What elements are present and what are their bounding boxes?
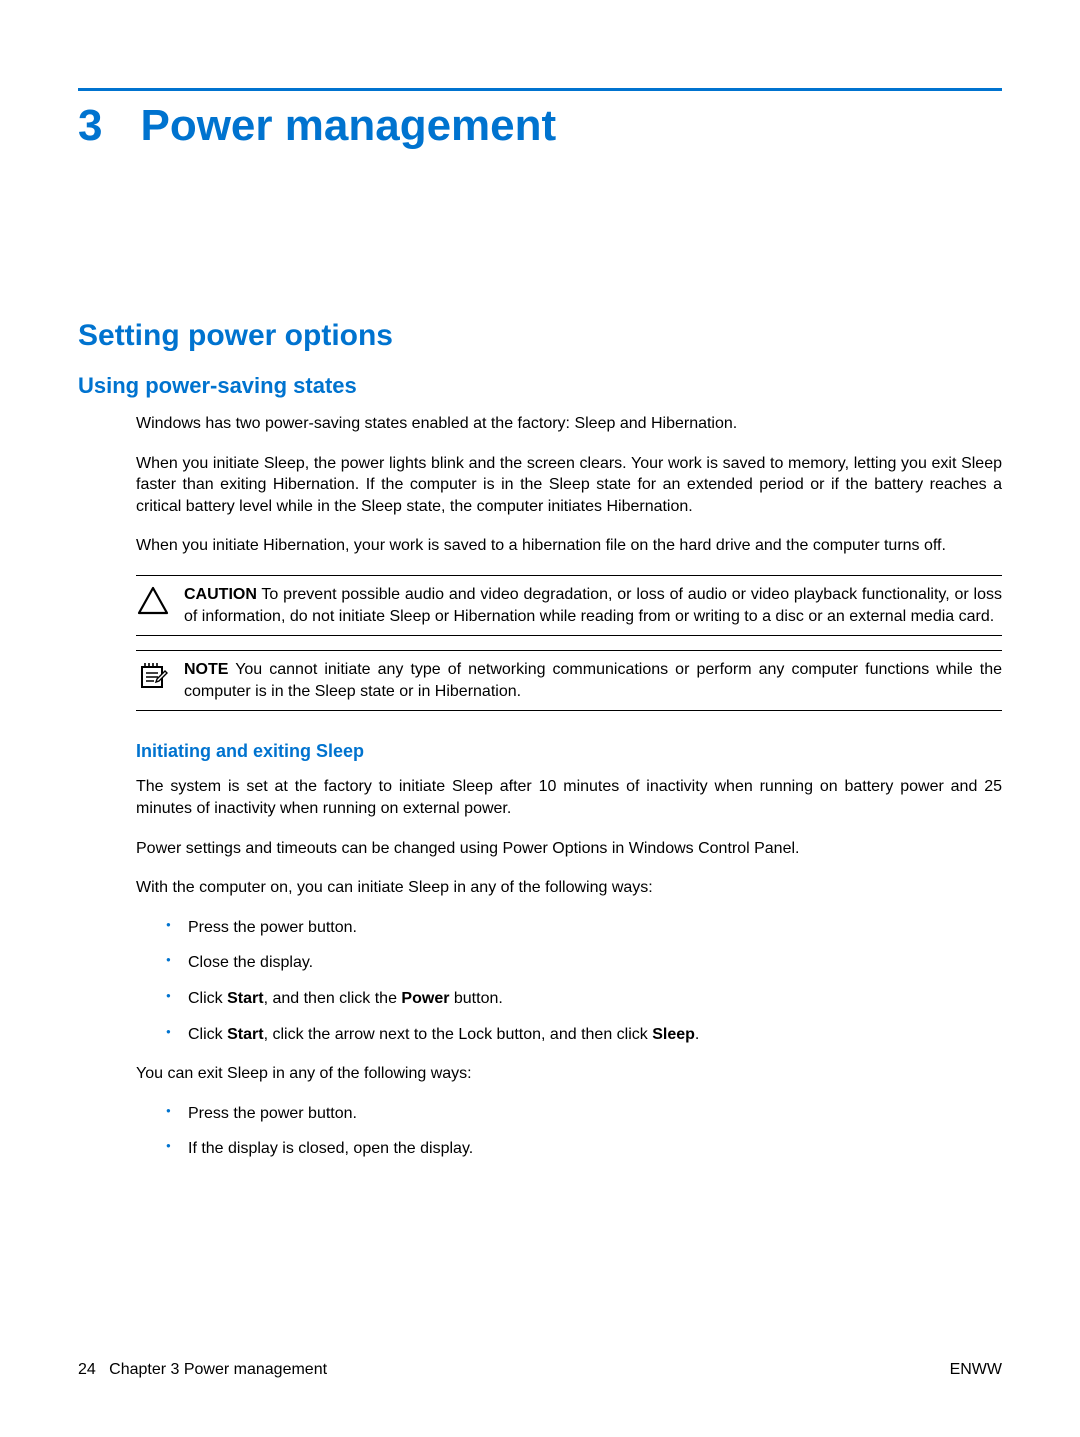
section-heading: Setting power options: [78, 319, 1002, 353]
caution-label: CAUTION: [184, 586, 257, 603]
chapter-heading: 3 Power management: [78, 101, 1002, 151]
caution-text: CAUTION To prevent possible audio and vi…: [184, 584, 1002, 627]
sleep-section: The system is set at the factory to init…: [136, 776, 1002, 1160]
note-label: NOTE: [184, 661, 228, 678]
note-callout: NOTE You cannot initiate any type of net…: [136, 650, 1002, 711]
paragraph: Power settings and timeouts can be chang…: [136, 838, 1002, 860]
chapter-rule: [78, 88, 1002, 91]
exit-sleep-list: Press the power button. If the display i…: [166, 1103, 1002, 1160]
caution-icon: [136, 584, 170, 618]
chapter-number: 3: [78, 101, 102, 151]
list-item: Press the power button.: [166, 917, 1002, 939]
paragraph: The system is set at the factory to init…: [136, 776, 1002, 819]
initiate-sleep-list: Press the power button. Close the displa…: [166, 917, 1002, 1045]
note-text: NOTE You cannot initiate any type of net…: [184, 659, 1002, 702]
list-item: If the display is closed, open the displ…: [166, 1138, 1002, 1160]
page-footer: 24 Chapter 3 Power management ENWW: [78, 1361, 1002, 1379]
list-item: Click Start, click the arrow next to the…: [166, 1024, 1002, 1046]
list-item: Close the display.: [166, 952, 1002, 974]
paragraph: With the computer on, you can initiate S…: [136, 877, 1002, 899]
footer-left: 24 Chapter 3 Power management: [78, 1361, 327, 1379]
subheading: Initiating and exiting Sleep: [136, 741, 1002, 762]
footer-right: ENWW: [950, 1361, 1002, 1379]
page-number: 24: [78, 1361, 96, 1378]
chapter-title: Power management: [140, 101, 556, 151]
list-item: Click Start, and then click the Power bu…: [166, 988, 1002, 1010]
list-item: Press the power button.: [166, 1103, 1002, 1125]
paragraph: You can exit Sleep in any of the followi…: [136, 1063, 1002, 1085]
paragraph: When you initiate Sleep, the power light…: [136, 453, 1002, 518]
caution-callout: CAUTION To prevent possible audio and vi…: [136, 575, 1002, 636]
footer-chapter: Chapter 3 Power management: [109, 1361, 327, 1378]
subsection-heading: Using power-saving states: [78, 373, 1002, 399]
paragraph: When you initiate Hibernation, your work…: [136, 535, 1002, 557]
paragraph: Windows has two power-saving states enab…: [136, 413, 1002, 435]
body-content: Windows has two power-saving states enab…: [136, 413, 1002, 711]
note-icon: [136, 659, 170, 693]
